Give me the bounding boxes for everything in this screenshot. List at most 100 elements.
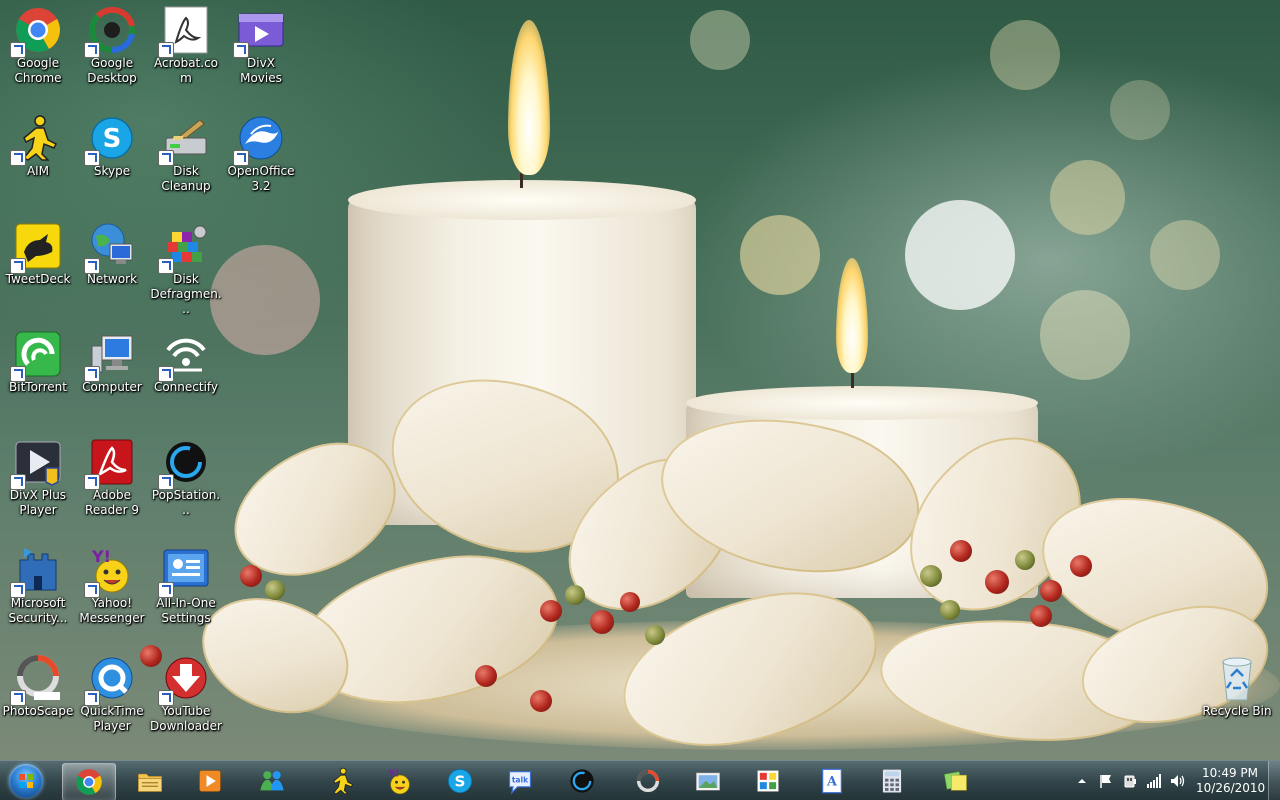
berry bbox=[1040, 580, 1062, 602]
berry bbox=[1030, 605, 1052, 627]
connectify-icon bbox=[158, 330, 210, 382]
desktop-icon-divx-movies[interactable]: DivX Movies bbox=[223, 0, 299, 100]
desktop-icon-aim[interactable]: AIM bbox=[0, 108, 76, 208]
desktop-icon-label: All-In-One Settings bbox=[156, 596, 216, 625]
desktop-icon-yahoo-messenger[interactable]: Y! Yahoo! Messenger bbox=[74, 540, 150, 640]
photoscape-icon bbox=[10, 654, 62, 706]
show-desktop-button[interactable] bbox=[1268, 761, 1280, 800]
calculator-icon bbox=[882, 769, 902, 793]
wordpad-icon: A bbox=[822, 768, 842, 794]
taskbar-button-popstation[interactable] bbox=[556, 763, 608, 799]
google-talk-icon: talk bbox=[508, 771, 532, 795]
desktop-icon-recycle-bin[interactable]: Recycle Bin bbox=[1199, 648, 1275, 748]
taskbar-button-chrome[interactable] bbox=[62, 763, 116, 800]
desktop-icon-divx-plus-player[interactable]: DivX Plus Player bbox=[0, 432, 76, 532]
desktop-icon-label: Google Desktop bbox=[87, 56, 137, 85]
shortcut-arrow-icon bbox=[84, 690, 100, 706]
berry bbox=[590, 610, 614, 634]
disk-cleanup-icon bbox=[158, 114, 210, 166]
desktop-icon-skype[interactable]: S Skype bbox=[74, 108, 150, 208]
aim-icon bbox=[333, 767, 354, 795]
media-player-icon bbox=[199, 770, 221, 792]
desktop-icon-label: Disk Cleanup bbox=[161, 164, 211, 193]
taskbar-clock[interactable]: 10:49 PM 10/26/2010 bbox=[1196, 766, 1266, 796]
volume-icon[interactable] bbox=[1170, 773, 1186, 789]
desktop-icon-label: BitTorrent bbox=[9, 380, 67, 394]
taskbar-button-yahoo-messenger[interactable]: Y! bbox=[374, 763, 426, 799]
taskbar-button-sticky-notes[interactable] bbox=[930, 763, 982, 799]
shortcut-arrow-icon bbox=[10, 42, 26, 58]
desktop-icon-popstation[interactable]: PopStation... bbox=[148, 432, 224, 532]
taskbar-button-media-player[interactable] bbox=[184, 763, 236, 799]
messenger-icon bbox=[260, 771, 284, 791]
action-center-flag-icon[interactable] bbox=[1098, 773, 1114, 789]
desktop-icon-google-desktop[interactable]: Google Desktop bbox=[74, 0, 150, 100]
desktop-icon-adobe-reader[interactable]: Adobe Reader 9 bbox=[74, 432, 150, 532]
small-candle-top bbox=[686, 386, 1038, 420]
adobe-reader-icon bbox=[84, 438, 136, 490]
bokeh-light bbox=[210, 245, 320, 355]
photoscape-icon bbox=[636, 769, 660, 793]
clock-date: 10/26/2010 bbox=[1196, 781, 1266, 795]
taskbar-button-wordpad[interactable]: A bbox=[806, 763, 858, 799]
desktop-icon-disk-cleanup[interactable]: Disk Cleanup bbox=[148, 108, 224, 208]
start-button[interactable] bbox=[2, 762, 50, 800]
shortcut-arrow-icon bbox=[10, 582, 26, 598]
desktop-icon-openoffice[interactable]: OpenOffice 3.2 bbox=[223, 108, 299, 208]
desktop-icon-all-in-one-settings[interactable]: All-In-One Settings bbox=[148, 540, 224, 640]
shortcut-arrow-icon bbox=[158, 690, 174, 706]
chrome-icon bbox=[10, 6, 62, 58]
bokeh-light bbox=[1040, 290, 1130, 380]
disk-defragmenter-icon bbox=[158, 222, 210, 274]
desktop-icon-label: QuickTime Player bbox=[80, 704, 144, 733]
shortcut-arrow-icon bbox=[233, 42, 249, 58]
svg-text:S: S bbox=[103, 124, 122, 154]
desktop-icon-label: TweetDeck bbox=[5, 272, 71, 286]
desktop-icon-tweetdeck[interactable]: TweetDeck bbox=[0, 216, 76, 316]
desktop-icon-label: DivX Plus Player bbox=[9, 488, 67, 517]
quicktime-icon bbox=[84, 654, 136, 706]
desktop-icon-network[interactable]: Network bbox=[74, 216, 150, 316]
desktop-icon-youtube-downloader[interactable]: YouTube Downloader bbox=[148, 648, 224, 748]
desktop-icon-label: YouTube Downloader bbox=[150, 704, 222, 733]
desktop-icon-google-chrome[interactable]: Google Chrome bbox=[0, 0, 76, 100]
desktop-icon-photoscape[interactable]: PhotoScape bbox=[0, 648, 76, 748]
desktop-icon-acrobat-com[interactable]: Acrobat.com bbox=[148, 0, 224, 100]
desktop-icon-computer[interactable]: Computer bbox=[74, 324, 150, 424]
taskbar-button-paint[interactable] bbox=[742, 763, 794, 799]
bokeh-light bbox=[1050, 160, 1125, 235]
desktop-icon-bittorrent[interactable]: BitTorrent bbox=[0, 324, 76, 424]
desktop-icon-label: Recycle Bin bbox=[1202, 704, 1272, 718]
svg-text:A: A bbox=[826, 775, 838, 790]
berry bbox=[940, 600, 960, 620]
taskbar-button-skype[interactable]: S bbox=[434, 763, 486, 799]
desktop-icon-disk-defragmenter[interactable]: Disk Defragmen... bbox=[148, 216, 224, 316]
chrome-icon bbox=[76, 769, 102, 795]
bokeh-light bbox=[1150, 220, 1220, 290]
taskbar-button-calculator[interactable] bbox=[866, 763, 918, 799]
taskbar-button-photoscape[interactable] bbox=[622, 763, 674, 799]
taskbar-button-aim[interactable] bbox=[316, 763, 368, 799]
windows-start-orb-icon bbox=[9, 764, 43, 798]
show-hidden-icons-chevron-icon[interactable] bbox=[1074, 773, 1090, 789]
taskbar-button-photo-viewer[interactable] bbox=[682, 763, 734, 799]
bokeh-light bbox=[990, 20, 1060, 90]
shortcut-arrow-icon bbox=[84, 42, 100, 58]
taskbar-button-messenger[interactable] bbox=[246, 763, 298, 799]
desktop-icon-label: Connectify bbox=[153, 380, 219, 394]
desktop-icon-microsoft-security[interactable]: Microsoft Security... bbox=[0, 540, 76, 640]
photo-viewer-icon bbox=[696, 772, 720, 791]
desktop-icon-quicktime[interactable]: QuickTime Player bbox=[74, 648, 150, 748]
shortcut-arrow-icon bbox=[158, 582, 174, 598]
desktop-icon-label: Yahoo! Messenger bbox=[79, 596, 145, 625]
desktop-icon-label: Skype bbox=[93, 164, 131, 178]
desktop-icon-connectify[interactable]: Connectify bbox=[148, 324, 224, 424]
taskbar-button-google-talk[interactable]: talk bbox=[494, 763, 546, 799]
shortcut-arrow-icon bbox=[10, 690, 26, 706]
desktop-icon-label: PopStation... bbox=[151, 488, 221, 517]
desktop-icon-label: Microsoft Security... bbox=[8, 596, 68, 625]
wifi-signal-icon[interactable] bbox=[1146, 773, 1162, 789]
taskbar-button-windows-explorer[interactable] bbox=[124, 763, 176, 799]
power-plug-icon[interactable] bbox=[1122, 773, 1138, 789]
popstation-icon bbox=[158, 438, 210, 490]
